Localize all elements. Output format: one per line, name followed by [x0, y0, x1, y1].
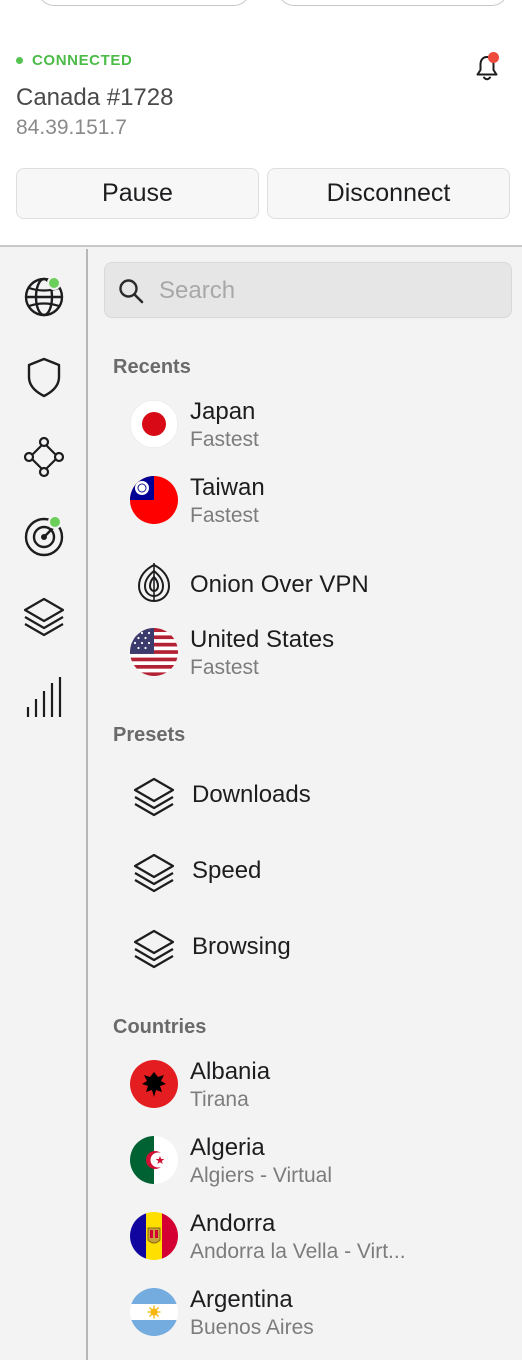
status-dot-icon [16, 57, 23, 64]
layers-icon [133, 929, 175, 969]
list-item-preset-downloads[interactable]: Downloads [130, 765, 512, 829]
rail-item-presets[interactable] [20, 593, 68, 641]
notification-badge [488, 52, 499, 63]
preset-name: Speed [192, 857, 262, 884]
layers-icon [23, 597, 65, 637]
list-item-preset-browsing[interactable]: Browsing [130, 917, 512, 981]
list-item-country-algeria[interactable]: Algeria Algiers - Virtual [130, 1130, 512, 1190]
us-flag-icon [130, 628, 178, 676]
list-item-country-albania[interactable]: Albania Tirana [130, 1054, 512, 1114]
preset-name: Browsing [192, 933, 291, 960]
recent-subtitle: Fastest [190, 656, 259, 679]
pause-button[interactable]: Pause [16, 168, 259, 219]
search-box[interactable] [104, 262, 512, 318]
window-tab-right [278, 0, 508, 6]
recents-heading: Recents [113, 356, 191, 378]
status-label: CONNECTED [32, 52, 133, 69]
recent-name: Japan [190, 398, 256, 425]
connection-card: CONNECTED Canada #1728 84.39.151.7 Pause… [0, 0, 522, 247]
recent-name: Onion Over VPN [190, 571, 369, 598]
list-item-recent-united-states[interactable]: United States Fastest [130, 622, 512, 682]
algeria-flag-icon [130, 1136, 178, 1184]
meshnet-icon [23, 436, 65, 478]
shield-icon [27, 357, 61, 398]
window-tab-left [38, 0, 250, 6]
recent-subtitle: Fastest [190, 428, 259, 451]
presets-heading: Presets [113, 724, 186, 746]
list-item-recent-taiwan[interactable]: Taiwan Fastest [130, 470, 512, 530]
rail-item-statistics[interactable] [20, 673, 68, 721]
disconnect-button[interactable]: Disconnect [267, 168, 510, 219]
list-item-country-argentina[interactable]: Argentina Buenos Aires [130, 1282, 512, 1342]
recent-subtitle: Fastest [190, 504, 259, 527]
server-ip: 84.39.151.7 [16, 116, 127, 139]
list-item-preset-speed[interactable]: Speed [130, 841, 512, 905]
server-list-panel: Recents Japan Fastest Taiwan Fastest [90, 249, 522, 1360]
target-active-badge [48, 515, 62, 529]
nav-rail [0, 249, 88, 1360]
preset-name: Downloads [192, 781, 311, 808]
layers-icon [133, 777, 175, 817]
list-item-recent-onion[interactable]: Onion Over VPN [130, 553, 512, 613]
rail-item-meshnet[interactable] [20, 433, 68, 481]
argentina-flag-icon [130, 1288, 178, 1336]
country-name: Algeria [190, 1134, 265, 1161]
country-name: Argentina [190, 1286, 293, 1313]
layers-icon [133, 853, 175, 893]
rail-item-dark-web-monitor[interactable] [20, 513, 68, 561]
country-city: Algiers - Virtual [190, 1164, 332, 1187]
taiwan-flag-icon [130, 476, 178, 524]
stats-bars-icon [26, 677, 62, 717]
countries-heading: Countries [113, 1016, 207, 1038]
search-icon [119, 279, 144, 304]
search-input[interactable] [159, 275, 499, 307]
globe-icon [24, 277, 64, 317]
japan-flag-icon [130, 400, 178, 448]
country-name: Albania [190, 1058, 271, 1085]
rail-item-countries[interactable] [20, 273, 68, 321]
recent-name: Taiwan [190, 474, 265, 501]
rail-item-threat-protection[interactable] [20, 353, 68, 401]
onion-icon [130, 559, 178, 607]
country-name: Andorra [190, 1210, 276, 1237]
recent-name: United States [190, 626, 335, 653]
country-city: Tirana [190, 1088, 249, 1111]
country-city: Buenos Aires [190, 1316, 314, 1339]
list-item-country-andorra[interactable]: Andorra Andorra la Vella - Virt... [130, 1206, 512, 1266]
list-item-recent-japan[interactable]: Japan Fastest [130, 394, 512, 454]
globe-active-badge [47, 276, 61, 290]
albania-flag-icon [130, 1060, 178, 1108]
server-name: Canada #1728 [16, 84, 174, 111]
andorra-flag-icon [130, 1212, 178, 1260]
country-city: Andorra la Vella - Virt... [190, 1240, 406, 1263]
connection-status: CONNECTED [16, 52, 132, 69]
vpn-app-window: CONNECTED Canada #1728 84.39.151.7 Pause… [0, 0, 522, 1360]
